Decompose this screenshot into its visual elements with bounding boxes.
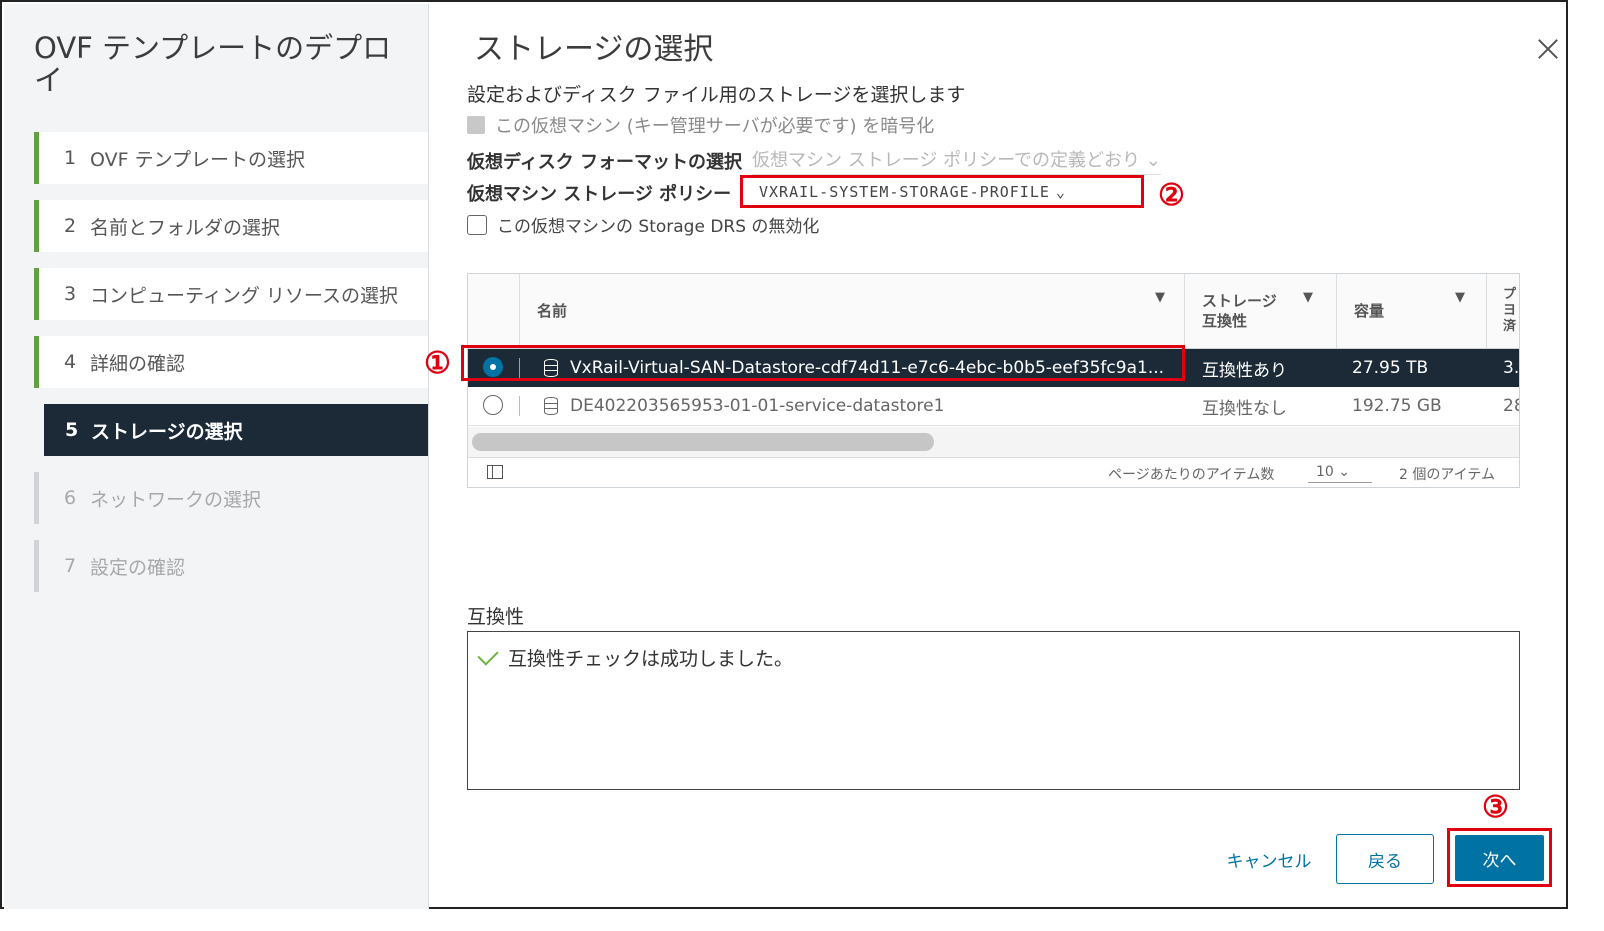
wizard-step-3[interactable]: 3 コンピューティング リソースの選択 <box>34 268 428 320</box>
annotation-marker-2: ② <box>1158 178 1185 213</box>
drs-option[interactable]: この仮想マシンの Storage DRS の無効化 <box>467 212 819 237</box>
row-compat: 互換性なし <box>1202 398 1287 419</box>
horizontal-scrollbar[interactable] <box>468 427 1519 458</box>
row-capacity: 27.95 TB <box>1352 358 1429 378</box>
annotation-marker-3: ③ <box>1482 790 1509 825</box>
column-header-name[interactable]: 名前 ▼ <box>520 274 1185 348</box>
column-header-label: プ ヨ 済 <box>1503 287 1517 334</box>
datastore-icon <box>544 397 558 415</box>
check-icon <box>477 643 499 666</box>
step-label: コンピューティング リソースの選択 <box>90 284 398 307</box>
encrypt-option: この仮想マシン (キー管理サーバが必要です) を暗号化 <box>467 112 934 138</box>
annotation-marker-1: ① <box>424 346 451 381</box>
row-name: DE402203565953-01-01-service-datastore1 <box>570 396 945 416</box>
row-extra: 28 <box>1503 396 1519 416</box>
step-number: 2 <box>64 215 77 237</box>
table-row[interactable]: DE402203565953-01-01-service-datastore1 … <box>468 387 1519 426</box>
filter-icon[interactable]: ▼ <box>1455 288 1465 308</box>
item-count: 2 個のアイテム <box>1399 467 1495 483</box>
wizard-step-2[interactable]: 2 名前とフォルダの選択 <box>34 200 428 252</box>
chevron-down-icon: ⌄ <box>1338 464 1351 480</box>
page-title: ストレージの選択 <box>474 32 714 67</box>
cancel-button[interactable]: キャンセル <box>1213 844 1325 874</box>
encrypt-checkbox <box>467 116 485 134</box>
wizard-step-7: 7 設定の確認 <box>34 540 428 592</box>
step-number: 6 <box>64 487 77 509</box>
storage-policy-label: 仮想マシン ストレージ ポリシー <box>467 184 732 205</box>
step-number: 1 <box>64 147 77 169</box>
grid-header: 名前 ▼ ストレージ 互換性 ▼ 容量 ▼ プ ヨ 済 <box>468 274 1519 349</box>
row-divider <box>519 396 520 416</box>
back-button[interactable]: 戻る <box>1336 834 1434 884</box>
filter-icon[interactable]: ▼ <box>1155 288 1165 308</box>
chevron-down-icon: ⌄ <box>1055 182 1066 201</box>
disk-format-label: 仮想ディスク フォーマットの選択 <box>467 151 743 173</box>
storage-policy-select[interactable]: VXRAIL-SYSTEM-STORAGE-PROFILE ⌄ <box>740 175 1144 208</box>
step-number: 7 <box>64 555 77 577</box>
wizard-step-1[interactable]: 1 OVF テンプレートの選択 <box>34 132 428 184</box>
storage-policy-value: VXRAIL-SYSTEM-STORAGE-PROFILE <box>759 182 1050 201</box>
compatibility-message: 互換性チェックは成功しました。 <box>477 643 794 671</box>
step-label: 設定の確認 <box>90 556 186 579</box>
scrollbar-thumb[interactable] <box>472 433 934 451</box>
disk-format-row: 仮想ディスク フォーマットの選択 仮想マシン ストレージ ポリシーでの定義どおり… <box>467 146 1161 175</box>
step-number: 3 <box>64 283 77 305</box>
row-compat: 互換性あり <box>1202 360 1287 381</box>
drs-label: この仮想マシンの Storage DRS の無効化 <box>497 217 820 237</box>
dialog-frame: OVF テンプレートのデプロイ 1 OVF テンプレートの選択 2 名前とフォル… <box>0 0 1568 909</box>
per-page-select[interactable]: 10 ⌄ <box>1308 462 1372 483</box>
step-label: 詳細の確認 <box>90 352 186 375</box>
filter-icon[interactable]: ▼ <box>1303 288 1313 308</box>
row-extra: 3. <box>1503 358 1520 378</box>
step-number: 4 <box>64 351 77 373</box>
column-header-capacity[interactable]: 容量 ▼ <box>1337 274 1487 348</box>
wizard-step-6: 6 ネットワークの選択 <box>34 472 428 524</box>
column-header-provisioned[interactable]: プ ヨ 済 <box>1487 274 1519 348</box>
column-header-compat[interactable]: ストレージ 互換性 ▼ <box>1185 274 1337 348</box>
page-subtitle: 設定およびディスク ファイル用のストレージを選択します <box>467 84 966 106</box>
disk-format-value: 仮想マシン ストレージ ポリシーでの定義どおり <box>752 150 1141 171</box>
per-page-label: ページあたりのアイテム数 <box>1108 467 1275 483</box>
select-column-header <box>468 274 520 348</box>
wizard-step-5-active[interactable]: 5 ストレージの選択 <box>44 404 428 456</box>
wizard-title: OVF テンプレートのデプロイ <box>34 31 392 97</box>
annotation-highlight-row <box>461 345 1185 381</box>
per-page-value: 10 <box>1316 464 1334 480</box>
column-header-label: 容量 <box>1354 302 1385 320</box>
grid-footer: ページあたりのアイテム数 10 ⌄ 2 個のアイテム <box>468 458 1519 487</box>
wizard-step-4[interactable]: 4 詳細の確認 <box>34 336 428 388</box>
step-number: 5 <box>65 419 79 441</box>
wizard-steps: 1 OVF テンプレートの選択 2 名前とフォルダの選択 3 コンピューティング… <box>34 132 428 608</box>
column-toggle-icon[interactable] <box>487 465 503 479</box>
compatibility-box: 互換性チェックは成功しました。 <box>467 631 1520 790</box>
drs-checkbox[interactable] <box>467 214 487 235</box>
wizard-sidebar: OVF テンプレートのデプロイ 1 OVF テンプレートの選択 2 名前とフォル… <box>4 4 429 909</box>
encrypt-label: この仮想マシン (キー管理サーバが必要です) を暗号化 <box>495 116 935 137</box>
storage-policy-row: 仮想マシン ストレージ ポリシー <box>467 180 731 206</box>
close-icon[interactable] <box>1537 38 1559 60</box>
compatibility-label: 互換性 <box>467 606 525 628</box>
step-label: OVF テンプレートの選択 <box>90 148 306 171</box>
compatibility-text: 互換性チェックは成功しました。 <box>508 648 794 670</box>
step-label: 名前とフォルダの選択 <box>90 216 281 239</box>
column-header-label: ストレージ 互換性 <box>1202 292 1277 330</box>
row-radio[interactable] <box>483 395 503 415</box>
step-label: ネットワークの選択 <box>90 488 262 511</box>
row-capacity: 192.75 GB <box>1352 396 1442 416</box>
column-header-label: 名前 <box>537 302 568 320</box>
step-label: ストレージの選択 <box>91 420 243 443</box>
annotation-highlight-next <box>1447 828 1552 887</box>
row-name-cell: DE402203565953-01-01-service-datastore1 <box>544 387 1174 425</box>
disk-format-select: 仮想マシン ストレージ ポリシーでの定義どおり ⌄ <box>752 146 1161 175</box>
